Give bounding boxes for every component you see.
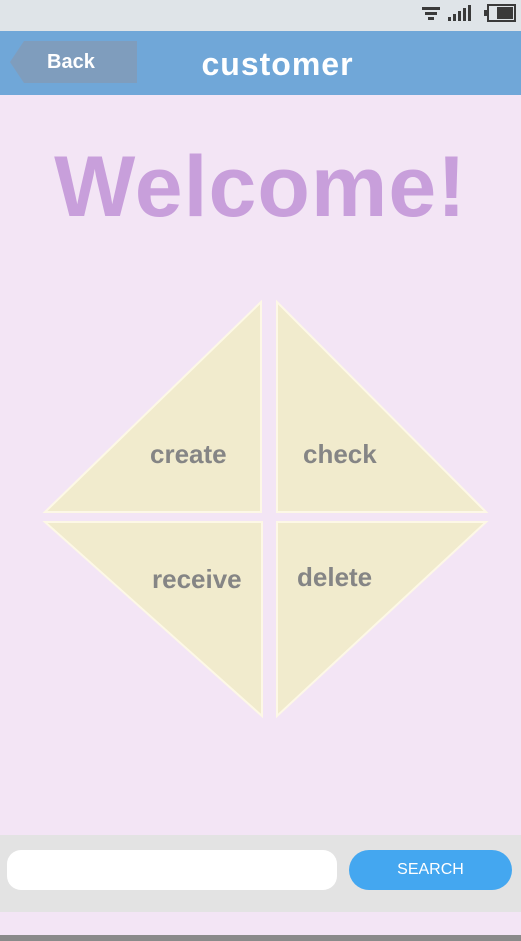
status-bar: [0, 0, 521, 31]
delete-triangle[interactable]: [276, 521, 489, 719]
search-button[interactable]: SEARCH: [349, 850, 512, 890]
check-triangle[interactable]: [276, 299, 489, 513]
wifi-icon: [422, 7, 440, 20]
search-input[interactable]: [7, 850, 337, 890]
status-icons: [422, 4, 516, 22]
page-title: customer: [201, 46, 354, 82]
create-triangle[interactable]: [42, 299, 262, 513]
back-button[interactable]: Back: [10, 41, 137, 83]
battery-icon: [484, 4, 516, 22]
bottom-edge: [0, 935, 521, 941]
back-label: Back: [47, 51, 95, 73]
signal-icon: [448, 5, 471, 21]
app-bar: Back customer: [0, 31, 521, 95]
welcome-heading: Welcome!: [54, 139, 467, 235]
receive-triangle[interactable]: [42, 521, 263, 719]
search-bar: SEARCH: [0, 835, 521, 912]
